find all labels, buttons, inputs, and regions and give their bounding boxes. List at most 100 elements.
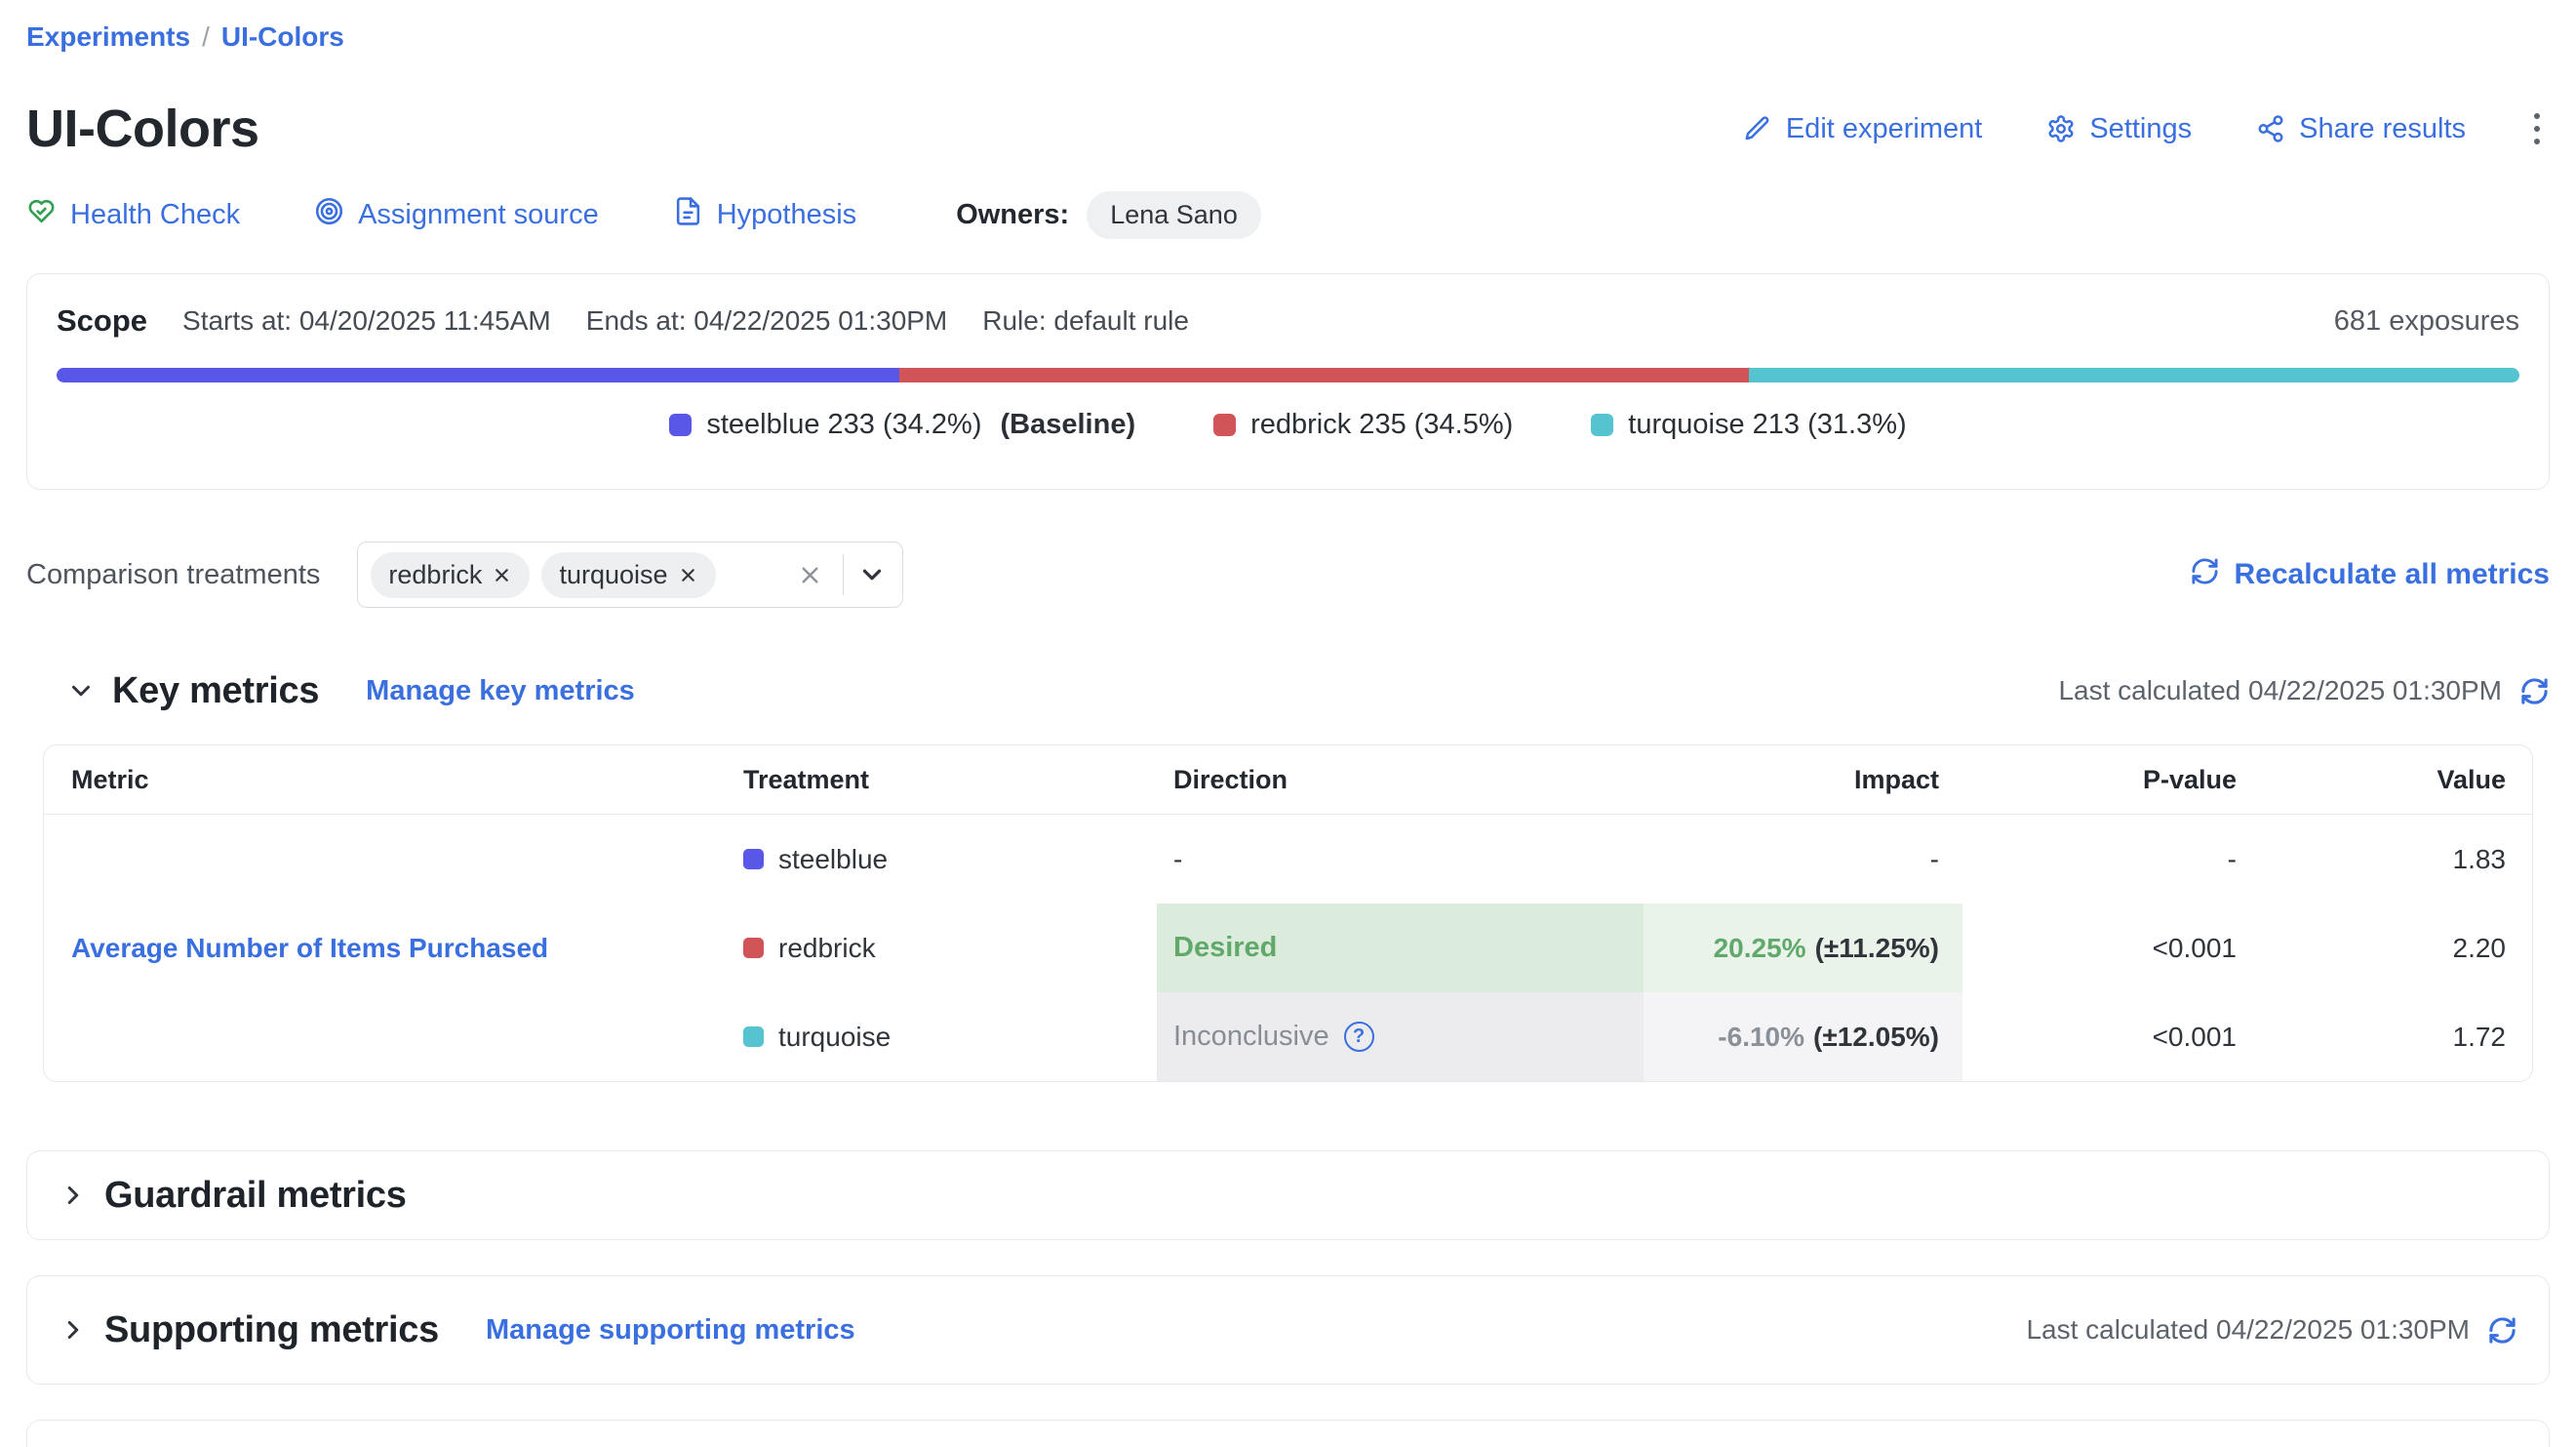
turquoise-swatch [743, 1026, 764, 1047]
column-header-direction: Direction [1157, 745, 1644, 815]
manage-key-metrics-link[interactable]: Manage key metrics [366, 675, 635, 707]
table-row-steelblue-pvalue: - [1962, 815, 2263, 904]
scope-card: Scope Starts at: 04/20/2025 11:45AM Ends… [26, 273, 2550, 490]
next-section-card [26, 1420, 2550, 1447]
owner-chip[interactable]: Lena Sano [1087, 191, 1261, 239]
breadcrumb-separator: / [202, 21, 210, 53]
clear-selection-icon[interactable] [789, 558, 831, 592]
table-row-steelblue-impact: - [1644, 815, 1962, 904]
chevron-right-icon[interactable] [59, 1315, 88, 1345]
treatment-name: turquoise [778, 1022, 891, 1053]
table-row-steelblue-treatment: steelblue [728, 815, 1157, 904]
hypothesis-link[interactable]: Hypothesis [673, 196, 856, 234]
table-row-turquoise-pvalue: <0.001 [1962, 992, 2263, 1081]
more-options-button[interactable] [2524, 109, 2550, 148]
allocation-segment-steelblue [57, 368, 899, 382]
impact-confidence-interval: (±11.25%) [1815, 933, 1939, 964]
comparison-treatments-select[interactable]: redbrick turquoise [357, 542, 903, 608]
assignment-source-link[interactable]: Assignment source [314, 196, 599, 234]
legend-item-redbrick: redbrick 235 (34.5%) [1213, 409, 1513, 441]
table-row-steelblue-value: 1.83 [2263, 815, 2532, 904]
treatment-name: steelblue [778, 844, 888, 875]
health-check-link[interactable]: Health Check [26, 196, 240, 234]
chevron-down-icon[interactable] [857, 560, 887, 589]
allocation-bar [57, 368, 2519, 382]
breadcrumb-experiments[interactable]: Experiments [26, 21, 190, 53]
column-header-metric: Metric [44, 745, 728, 815]
breadcrumb-current[interactable]: UI-Colors [221, 21, 344, 53]
column-header-impact: Impact [1644, 745, 1962, 815]
breadcrumb: Experiments / UI-Colors [26, 20, 2550, 55]
scope-starts-at: Starts at: 04/20/2025 11:45AM [182, 305, 551, 337]
impact-percent: 20.25% [1714, 933, 1806, 964]
owners-label: Owners: [956, 199, 1069, 231]
recalculate-all-metrics-button[interactable]: Recalculate all metrics [2190, 556, 2550, 594]
last-calculated-text: Last calculated 04/22/2025 01:30PM [2026, 1314, 2470, 1346]
chevron-right-icon[interactable] [59, 1181, 88, 1210]
redbrick-swatch [743, 938, 764, 958]
selected-treatment-chips: redbrick turquoise [371, 552, 789, 598]
direction-desired-label: Desired [1173, 932, 1277, 964]
table-row-redbrick-treatment: redbrick [728, 904, 1157, 992]
share-results-label: Share results [2299, 113, 2466, 145]
refresh-icon[interactable] [2487, 1315, 2517, 1346]
chip-label: redbrick [388, 560, 482, 590]
impact-confidence-interval: (±12.05%) [1813, 1022, 1939, 1053]
metric-link[interactable]: Average Number of Items Purchased [71, 933, 548, 964]
share-icon [2256, 114, 2285, 143]
legend-label: turquoise 213 (31.3%) [1628, 409, 1906, 441]
share-results-button[interactable]: Share results [2256, 113, 2466, 145]
impact-percent: -6.10% [1718, 1022, 1804, 1053]
column-header-treatment: Treatment [728, 745, 1157, 815]
settings-button[interactable]: Settings [2046, 113, 2192, 145]
manage-supporting-metrics-link[interactable]: Manage supporting metrics [486, 1314, 855, 1347]
hypothesis-label: Hypothesis [717, 199, 856, 231]
legend-item-turquoise: turquoise 213 (31.3%) [1591, 409, 1906, 441]
key-metrics-card: Metric Treatment Direction Impact P-valu… [43, 744, 2533, 1082]
steelblue-swatch [743, 849, 764, 869]
meta-row: Health Check Assignment source Hypothesi… [26, 189, 2550, 240]
guardrail-metrics-card: Guardrail metrics [26, 1150, 2550, 1240]
edit-experiment-button[interactable]: Edit experiment [1743, 113, 1983, 145]
comparison-row: Comparison treatments redbrick turquoise… [26, 542, 2550, 608]
page-title: UI-Colors [26, 99, 259, 159]
chip-turquoise[interactable]: turquoise [541, 552, 715, 598]
remove-chip-icon[interactable] [492, 565, 512, 585]
help-question-icon[interactable]: ? [1344, 1022, 1374, 1052]
treatment-name: redbrick [778, 933, 876, 964]
key-metrics-header: Key metrics Manage key metrics Last calc… [26, 663, 2550, 719]
table-row-redbrick-direction: Desired [1157, 904, 1644, 992]
comparison-treatments-label: Comparison treatments [26, 559, 320, 591]
pencil-icon [1743, 114, 1772, 143]
metric-cell: Average Number of Items Purchased [44, 815, 728, 1081]
legend-item-steelblue: steelblue 233 (34.2%) (Baseline) [669, 409, 1135, 441]
health-check-label: Health Check [70, 199, 240, 231]
column-header-value: Value [2263, 745, 2532, 815]
remove-chip-icon[interactable] [678, 565, 698, 585]
scope-ends-at: Ends at: 04/22/2025 01:30PM [586, 305, 948, 337]
owners: Owners: Lena Sano [956, 191, 1261, 239]
settings-label: Settings [2089, 113, 2192, 145]
redbrick-swatch [1213, 414, 1236, 436]
scope-header: Scope Starts at: 04/20/2025 11:45AM Ends… [57, 300, 2519, 342]
legend-label: steelblue 233 (34.2%) [706, 409, 981, 441]
table-row-turquoise-impact: -6.10% (±12.05%) [1644, 992, 1962, 1081]
table-row-redbrick-pvalue: <0.001 [1962, 904, 2263, 992]
supporting-last-calculated: Last calculated 04/22/2025 01:30PM [2026, 1314, 2517, 1346]
steelblue-swatch [669, 414, 692, 436]
last-calculated-text: Last calculated 04/22/2025 01:30PM [2058, 675, 2502, 706]
chip-redbrick[interactable]: redbrick [371, 552, 530, 598]
exposures-count: 681 exposures [2334, 305, 2519, 338]
table-row-redbrick-impact: 20.25% (±11.25%) [1644, 904, 1962, 992]
key-metrics-table: Metric Treatment Direction Impact P-valu… [44, 745, 2532, 1081]
title-row: UI-Colors Edit experiment Settings Share… [26, 92, 2550, 166]
table-row-redbrick-value: 2.20 [2263, 904, 2532, 992]
refresh-icon [2190, 556, 2220, 594]
recalculate-label: Recalculate all metrics [2234, 558, 2550, 591]
table-row-steelblue-direction: - [1157, 815, 1644, 904]
chip-label: turquoise [559, 560, 667, 590]
allocation-segment-turquoise [1749, 368, 2519, 382]
refresh-icon[interactable] [2519, 676, 2550, 706]
collapse-chevron-down-icon[interactable] [66, 676, 96, 705]
legend-label: redbrick 235 (34.5%) [1250, 409, 1513, 441]
